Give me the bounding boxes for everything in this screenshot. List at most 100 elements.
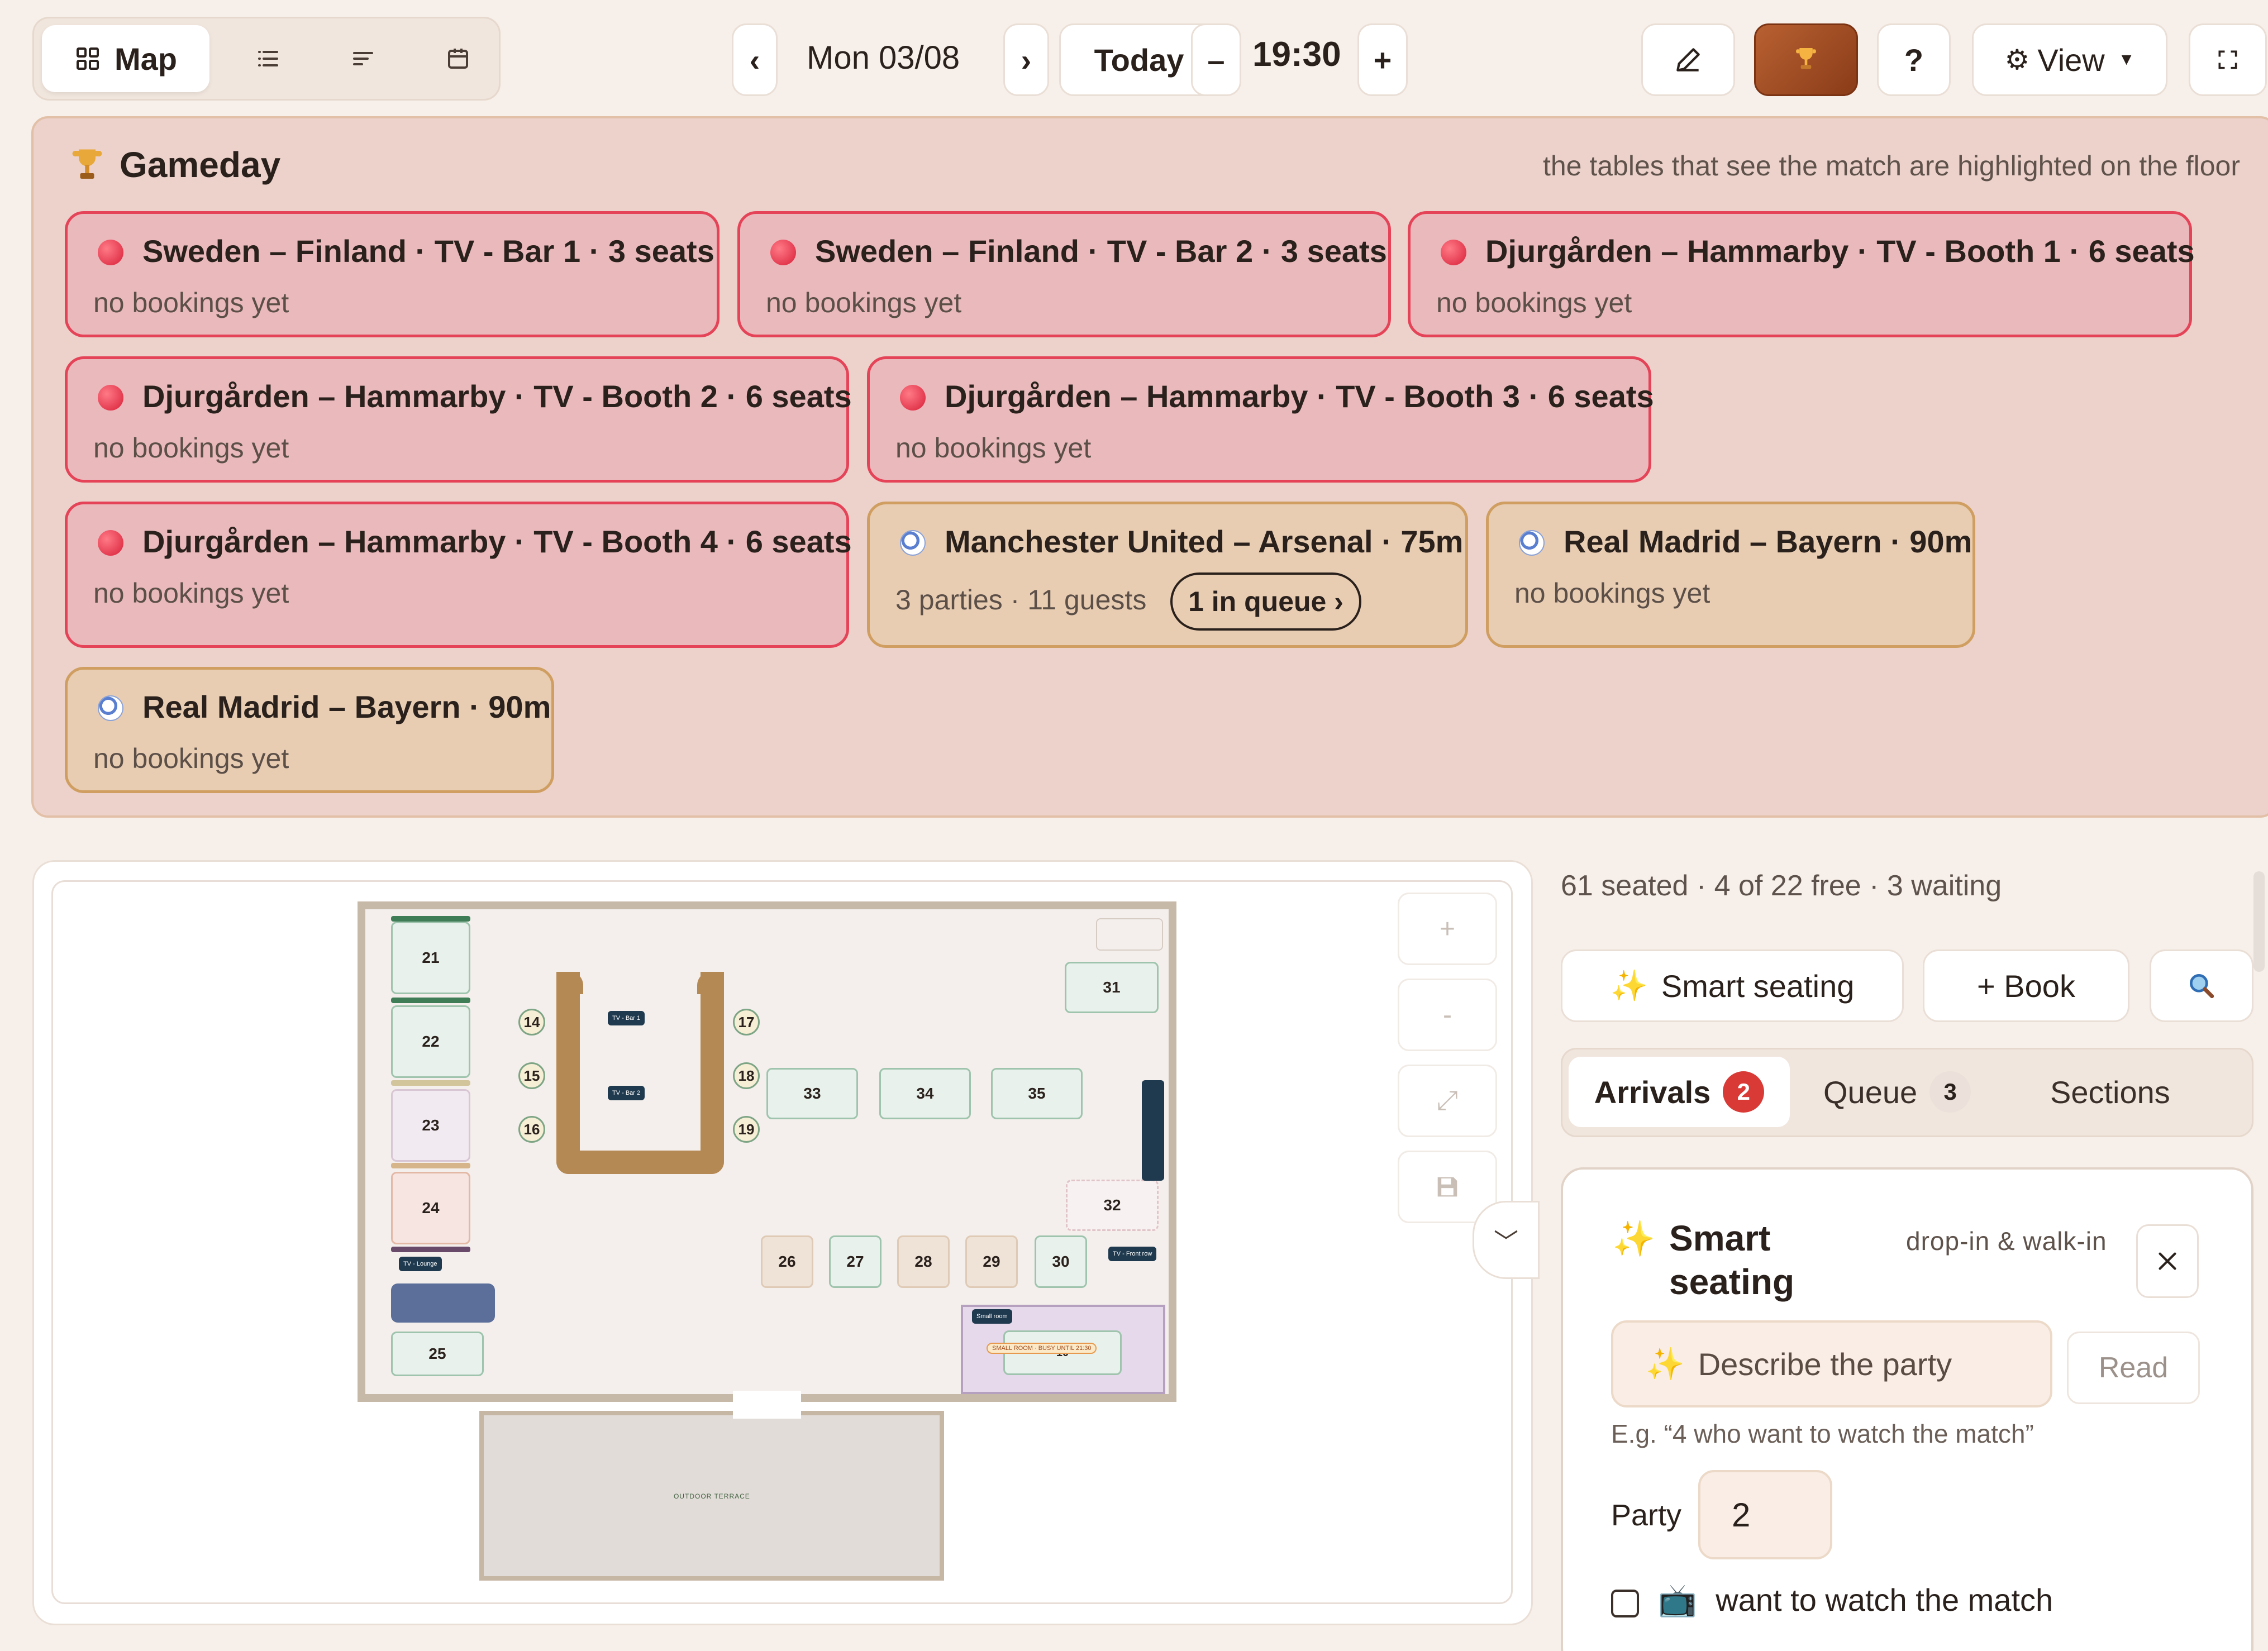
tv-lounge-tag[interactable]: TV - Lounge: [399, 1257, 442, 1271]
view-switcher: Map: [32, 17, 501, 101]
time-minus-button[interactable]: –: [1191, 23, 1241, 96]
save-icon: [1437, 1177, 1457, 1197]
zoom-in-button[interactable]: +: [1398, 893, 1497, 965]
table-26[interactable]: 26: [761, 1235, 813, 1288]
describe-party-input[interactable]: ✨ Describe the party: [1611, 1320, 2052, 1407]
read-button[interactable]: Read: [2067, 1332, 2200, 1404]
live-dot-icon: [98, 530, 123, 556]
search-button[interactable]: [2150, 949, 2253, 1022]
smart-seating-example: E.g. “4 who want to watch the match”: [1611, 1419, 2034, 1448]
fullscreen-button[interactable]: [2189, 23, 2267, 96]
gameday-hint: the tables that see the match are highli…: [1542, 150, 2240, 182]
soccer-ball-icon: [900, 530, 926, 556]
time-plus-button[interactable]: +: [1357, 23, 1408, 96]
next-day-button[interactable]: ›: [1003, 23, 1049, 96]
edit-layout-button[interactable]: [1641, 23, 1735, 96]
help-button[interactable]: ?: [1877, 23, 1951, 96]
current-date[interactable]: Mon 03/08: [807, 39, 960, 77]
prev-day-button[interactable]: ‹: [732, 23, 778, 96]
match-card-status: 3 parties · 11 guests: [895, 584, 1147, 615]
view-calendar-button[interactable]: [416, 25, 500, 92]
table-16[interactable]: 16: [518, 1116, 545, 1143]
watch-match-option[interactable]: 📺 want to watch the match: [1658, 1582, 2053, 1619]
bar-counter[interactable]: [556, 972, 724, 1174]
table-32[interactable]: 32: [1066, 1180, 1159, 1231]
table-29[interactable]: 29: [965, 1235, 1018, 1288]
table-17[interactable]: 17: [733, 1009, 760, 1036]
soccer-ball-icon: [1519, 530, 1545, 556]
table-30[interactable]: 30: [1035, 1235, 1087, 1288]
watch-match-checkbox[interactable]: [1611, 1590, 1639, 1617]
table-23[interactable]: 23: [391, 1089, 470, 1162]
view-timeline-button[interactable]: [321, 25, 405, 92]
tv-front-row-tag[interactable]: TV - Front row: [1108, 1247, 1157, 1261]
door-gap: [733, 1391, 801, 1419]
table-34[interactable]: 34: [879, 1068, 971, 1119]
tab-sections[interactable]: Sections: [2050, 1057, 2170, 1127]
view-list-button[interactable]: [226, 25, 310, 92]
arrivals-count-badge: 2: [1723, 1071, 1765, 1113]
match-card-title: Djurgården – Hammarby · TV - Booth 4 · 6…: [142, 524, 852, 559]
smart-seating-button[interactable]: ✨ Smart seating: [1561, 949, 1904, 1022]
small-room-status: SMALL ROOM · BUSY UNTIL 21:30: [987, 1343, 1097, 1354]
match-card[interactable]: Real Madrid – Bayern · 90m no bookings y…: [65, 667, 554, 793]
match-card-status: no bookings yet: [766, 287, 962, 318]
table-15[interactable]: 15: [518, 1062, 545, 1089]
table-14[interactable]: 14: [518, 1009, 545, 1036]
view-options-button[interactable]: ⚙ View ▼: [1972, 23, 2167, 96]
small-room-tag[interactable]: Small room: [972, 1309, 1012, 1324]
gameday-button[interactable]: [1754, 23, 1858, 96]
match-card[interactable]: Djurgården – Hammarby · TV - Booth 3 · 6…: [867, 356, 1654, 483]
table-22[interactable]: 22: [391, 1005, 470, 1078]
match-card[interactable]: Sweden – Finland · TV - Bar 2 · 3 seats …: [737, 211, 1391, 337]
match-card-status: no bookings yet: [93, 432, 289, 464]
live-dot-icon: [770, 240, 796, 265]
table-33[interactable]: 33: [766, 1068, 858, 1119]
table-21[interactable]: 21: [391, 922, 470, 994]
fit-to-screen-button[interactable]: ⤢: [1398, 1065, 1497, 1137]
tv-bar-1-tag[interactable]: TV - Bar 1: [608, 1011, 645, 1025]
calendar-icon: [448, 49, 468, 69]
grid-icon: [77, 47, 99, 70]
table-18[interactable]: 18: [733, 1062, 760, 1089]
soccer-ball-icon: [98, 695, 123, 721]
service-station: [1096, 918, 1163, 951]
close-button[interactable]: [2136, 1224, 2199, 1298]
smart-seating-label: Smart seating: [1661, 968, 1855, 1004]
tv-big-screen[interactable]: [1142, 1080, 1164, 1181]
table-27[interactable]: 27: [829, 1235, 882, 1288]
table-31[interactable]: 31: [1065, 962, 1159, 1013]
view-map-button[interactable]: Map: [42, 25, 209, 92]
lounge-sofa[interactable]: [391, 1283, 495, 1323]
match-card-status: no bookings yet: [93, 578, 289, 609]
scrollbar[interactable]: [2253, 871, 2265, 972]
terrace-label: OUTDOOR TERRACE: [674, 1492, 750, 1500]
match-card[interactable]: Manchester United – Arsenal · 75m 3 part…: [867, 502, 1468, 648]
match-card[interactable]: Sweden – Finland · TV - Bar 1 · 3 seats …: [65, 211, 720, 337]
tv-bar-2-tag[interactable]: TV - Bar 2: [608, 1086, 645, 1100]
table-28[interactable]: 28: [897, 1235, 950, 1288]
live-dot-icon: [98, 385, 123, 411]
table-25[interactable]: 25: [391, 1332, 484, 1376]
match-card-title: Real Madrid – Bayern · 90m: [1564, 524, 1972, 559]
match-card[interactable]: Djurgården – Hammarby · TV - Booth 4 · 6…: [65, 502, 852, 648]
party-size-input[interactable]: 2: [1698, 1470, 1832, 1559]
sparkles-icon: ✨: [1610, 968, 1648, 1003]
match-card[interactable]: Real Madrid – Bayern · 90m no bookings y…: [1486, 502, 1975, 648]
zoom-out-button[interactable]: -: [1398, 979, 1497, 1051]
fullscreen-icon: [2218, 50, 2237, 69]
table-24[interactable]: 24: [391, 1172, 470, 1244]
close-icon: [2159, 1252, 2176, 1270]
book-button[interactable]: + Book: [1923, 949, 2129, 1022]
booth-bench: [391, 1247, 470, 1252]
tab-queue[interactable]: Queue 3: [1823, 1057, 1971, 1127]
table-35[interactable]: 35: [991, 1068, 1083, 1119]
collapse-panel-button[interactable]: ﹀: [1473, 1201, 1540, 1279]
tab-arrivals[interactable]: Arrivals 2: [1569, 1057, 1790, 1127]
match-card[interactable]: Djurgården – Hammarby · TV - Booth 2 · 6…: [65, 356, 852, 483]
match-card-status: no bookings yet: [93, 743, 289, 774]
search-icon: [2190, 974, 2214, 999]
queue-link-button[interactable]: 1 in queue ›: [1170, 572, 1361, 631]
table-19[interactable]: 19: [733, 1116, 760, 1143]
match-card[interactable]: Djurgården – Hammarby · TV - Booth 1 · 6…: [1408, 211, 2195, 337]
